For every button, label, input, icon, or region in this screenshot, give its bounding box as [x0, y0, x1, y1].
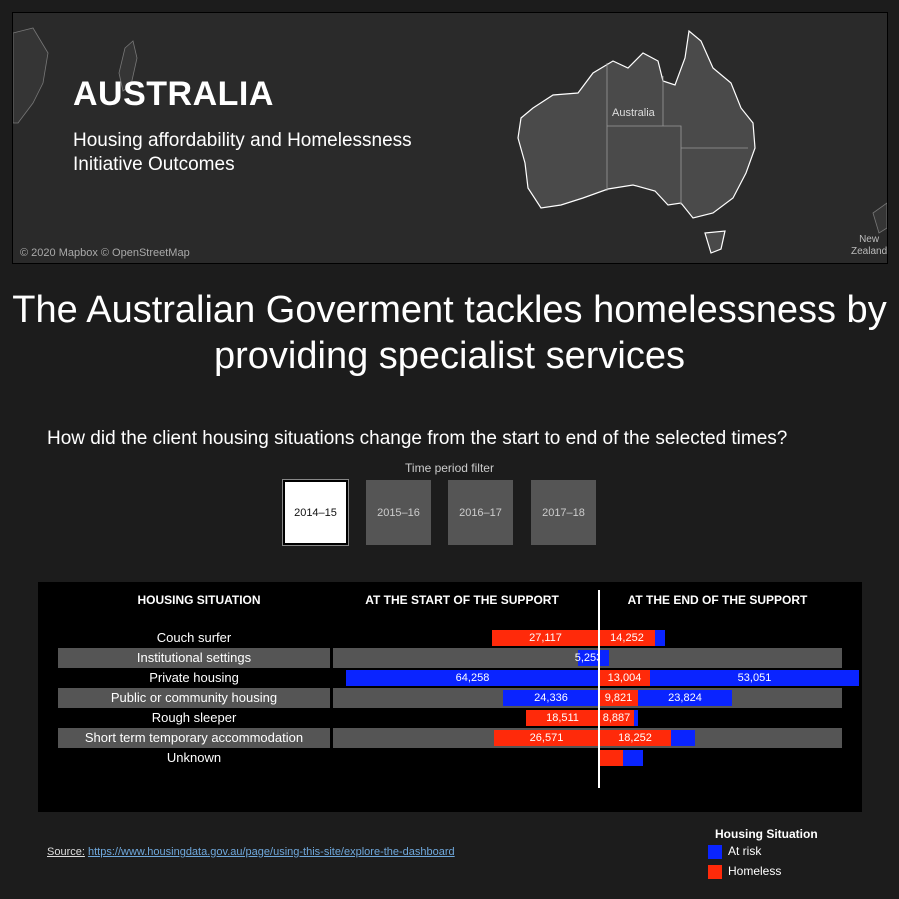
- row-label-short-term-temporary-accommodation: Short term temporary accommodation: [84, 730, 304, 745]
- end-bar-homeless-label: 13,004: [607, 672, 642, 684]
- row-label-unknown: Unknown: [166, 750, 222, 765]
- filter-2015-16-button[interactable]: 2015–16: [366, 480, 431, 545]
- end-bar-homeless-label: 8,887: [602, 712, 631, 724]
- legend-swatch-at-risk: [708, 844, 722, 859]
- end-bar-at-risk: [623, 750, 643, 766]
- start-bar-label: 27,117: [529, 632, 562, 644]
- header-start: AT THE START OF THE SUPPORT: [365, 593, 559, 607]
- header-end: AT THE END OF THE SUPPORT: [627, 593, 808, 607]
- map-nz-label-line1: New: [859, 234, 880, 245]
- end-bar-at-risk-label: 23,824: [668, 692, 702, 704]
- filter-2014-15-button[interactable]: 2014–15: [282, 479, 349, 546]
- row-label-private-housing: Private housing: [149, 670, 239, 685]
- end-bar-at-risk: [655, 630, 665, 646]
- map-country-label: Australia: [612, 107, 655, 119]
- end-bar-at-risk-label: 53,051: [737, 672, 772, 684]
- end-bar-homeless-label: 9,821: [604, 692, 633, 704]
- legend-swatch-homeless: [708, 864, 722, 879]
- header-housing-situation: HOUSING SITUATION: [137, 593, 261, 607]
- end-bar-homeless: [599, 750, 623, 766]
- filter-2016-17-button[interactable]: 2016–17: [448, 480, 513, 545]
- source-line: Source: https://www.housingdata.gov.au/p…: [47, 846, 455, 858]
- row-label-institutional-settings: Institutional settings: [136, 650, 252, 665]
- map-subtitle: Housing affordability and Homelessness I…: [73, 130, 412, 175]
- end-bar-at-risk: [634, 710, 638, 726]
- legend-label-homeless: Homeless: [728, 864, 782, 878]
- map-nz-label: New Zealand: [851, 234, 887, 258]
- center-divider: [598, 590, 600, 788]
- row-label-rough-sleeper: Rough sleeper: [151, 710, 237, 725]
- map-attribution[interactable]: © 2020 Mapbox © OpenStreetMap: [20, 247, 190, 259]
- end-bar-homeless-label: 18,252: [618, 732, 652, 744]
- end-bar-at-risk: [599, 650, 609, 666]
- source-link[interactable]: https://www.housingdata.gov.au/page/usin…: [88, 846, 455, 858]
- start-bar-label: 64,258: [455, 672, 490, 684]
- filter-label: Time period filter: [405, 461, 494, 475]
- row-label-couch-surfer: Couch surfer: [156, 630, 232, 645]
- map-title: AUSTRALIA: [73, 75, 274, 113]
- filter-2017-18-button[interactable]: 2017–18: [531, 480, 596, 545]
- row-label-public-or-community-housing: Public or community housing: [110, 690, 278, 705]
- legend-title: Housing Situation: [715, 827, 818, 841]
- legend-item-at-risk[interactable]: At risk: [708, 844, 761, 859]
- end-bar-homeless-label: 14,252: [610, 632, 644, 644]
- map-panel[interactable]: AUSTRALIA Housing affordability and Home…: [12, 12, 888, 264]
- page-headline: The Australian Goverment tackles homeles…: [12, 289, 887, 377]
- start-bar-label: 24,336: [534, 692, 568, 704]
- chart-question: How did the client housing situations ch…: [47, 428, 788, 449]
- legend-label-at-risk: At risk: [728, 844, 762, 858]
- start-bar-label: 18,511: [546, 712, 579, 724]
- legend-item-homeless[interactable]: Homeless: [708, 864, 781, 879]
- source-label: Source:: [47, 846, 85, 858]
- map-nz-label-line2: Zealand: [851, 246, 888, 257]
- start-bar-label: 26,571: [529, 732, 564, 744]
- end-bar-at-risk: [671, 730, 695, 746]
